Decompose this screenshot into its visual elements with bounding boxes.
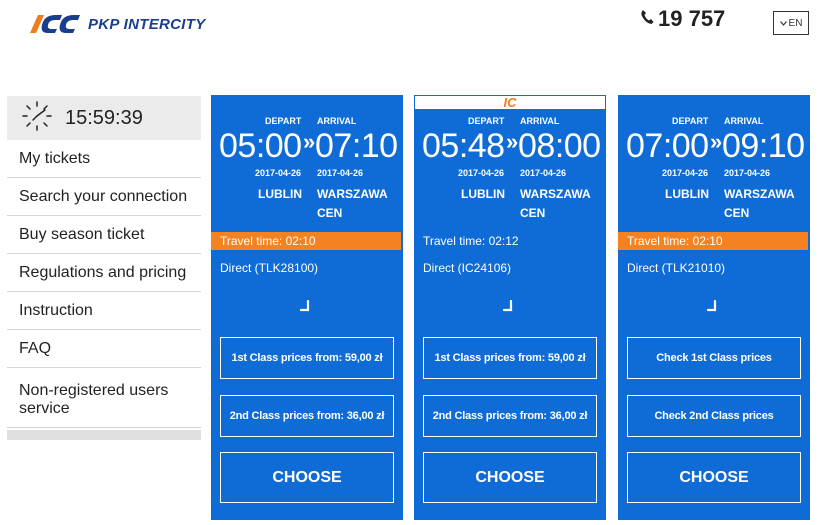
intercity-logo-mark-icon xyxy=(26,11,82,37)
depart-label: DEPART xyxy=(672,116,709,126)
arrival-label: ARRIVAL xyxy=(317,116,357,126)
sidebar-item-search-connection[interactable]: Search your connection xyxy=(7,178,201,216)
arrival-date: 2017-04-26 xyxy=(520,168,567,178)
arrival-time: 07:10 xyxy=(315,127,398,165)
depart-date: 2017-04-26 xyxy=(662,168,709,178)
choose-button[interactable]: CHOOSE xyxy=(627,452,801,503)
second-class-price-button[interactable]: Check 2nd Class prices xyxy=(627,395,801,437)
arrival-date: 2017-04-26 xyxy=(317,168,364,178)
to-station: WARSZAWA CEN xyxy=(520,187,591,220)
depart-label: DEPART xyxy=(265,116,302,126)
arrow-right-icon: » xyxy=(710,129,723,154)
from-station: LUBLIN xyxy=(461,187,505,201)
connection-card[interactable]: DEPART ARRIVAL 07:00 » 09:10 2017-04-26 … xyxy=(618,95,810,520)
first-class-price-button[interactable]: 1st Class prices from: 59,00 zł xyxy=(423,337,597,379)
chevron-down-icon xyxy=(779,19,787,28)
seat-icon xyxy=(299,299,313,317)
to-station: WARSZAWA CEN xyxy=(317,187,388,220)
sidebar-item-instruction[interactable]: Instruction xyxy=(7,292,201,330)
depart-label: DEPART xyxy=(468,116,505,126)
to-station: WARSZAWA CEN xyxy=(724,187,795,220)
travel-time: Travel time: 02:10 xyxy=(211,232,401,250)
from-station: LUBLIN xyxy=(665,187,709,201)
phone-icon xyxy=(640,9,654,30)
arrival-time: 09:10 xyxy=(722,127,805,165)
clock-time: 15:59:39 xyxy=(65,106,143,129)
depart-time: 05:48 xyxy=(422,127,505,165)
arrival-label: ARRIVAL xyxy=(724,116,764,126)
phone-number: 19 757 xyxy=(658,6,726,31)
train-number: Direct (TLK28100) xyxy=(220,261,319,275)
sidebar-item-buy-season-ticket[interactable]: Buy season ticket xyxy=(7,216,201,254)
clock-icon xyxy=(21,100,53,137)
sidebar-item-non-registered-service[interactable]: Non-registered users service xyxy=(7,368,201,428)
arrival-label: ARRIVAL xyxy=(520,116,560,126)
second-class-price-button[interactable]: 2nd Class prices from: 36,00 zł xyxy=(220,395,394,437)
depart-time: 07:00 xyxy=(626,127,709,165)
arrow-right-icon: » xyxy=(506,129,519,154)
sidebar-item-faq[interactable]: FAQ xyxy=(7,330,201,368)
sidebar-item-regulations-pricing[interactable]: Regulations and pricing xyxy=(7,254,201,292)
connection-card[interactable]: IC DEPART ARRIVAL 05:48 » 08:00 2017-04-… xyxy=(414,95,606,520)
depart-time: 05:00 xyxy=(219,127,302,165)
choose-button[interactable]: CHOOSE xyxy=(220,452,394,503)
connection-card[interactable]: DEPART ARRIVAL 05:00 » 07:10 2017-04-26 … xyxy=(211,95,403,520)
train-number: Direct (TLK21010) xyxy=(627,261,726,275)
travel-time: Travel time: 02:12 xyxy=(423,234,519,248)
train-number: Direct (IC24106) xyxy=(423,261,512,275)
logo-text: PKP INTERCITY xyxy=(88,15,206,33)
arrival-time: 08:00 xyxy=(518,127,601,165)
carrier-badge: IC xyxy=(414,95,606,110)
travel-time: Travel time: 02:10 xyxy=(618,232,808,250)
depart-date: 2017-04-26 xyxy=(255,168,302,178)
ic-logo-icon: IC xyxy=(503,95,517,110)
clock-widget: 15:59:39 xyxy=(7,96,201,140)
language-selector[interactable]: EN xyxy=(773,11,809,35)
sidebar-item-my-tickets[interactable]: My tickets xyxy=(7,140,201,178)
arrow-right-icon: » xyxy=(303,129,316,154)
from-station: LUBLIN xyxy=(258,187,302,201)
hotline: 19 757 xyxy=(640,6,725,32)
sidebar-footer-bar xyxy=(7,430,201,440)
depart-date: 2017-04-26 xyxy=(458,168,505,178)
language-label: EN xyxy=(788,17,803,29)
sidebar: 15:59:39 My tickets Search your connecti… xyxy=(7,96,201,440)
seat-icon xyxy=(502,299,516,317)
first-class-price-button[interactable]: 1st Class prices from: 59,00 zł xyxy=(220,337,394,379)
seat-icon xyxy=(706,299,720,317)
pkp-intercity-logo[interactable]: PKP INTERCITY xyxy=(26,10,206,38)
arrival-date: 2017-04-26 xyxy=(724,168,771,178)
choose-button[interactable]: CHOOSE xyxy=(423,452,597,503)
first-class-price-button[interactable]: Check 1st Class prices xyxy=(627,337,801,379)
second-class-price-button[interactable]: 2nd Class prices from: 36,00 zł xyxy=(423,395,597,437)
